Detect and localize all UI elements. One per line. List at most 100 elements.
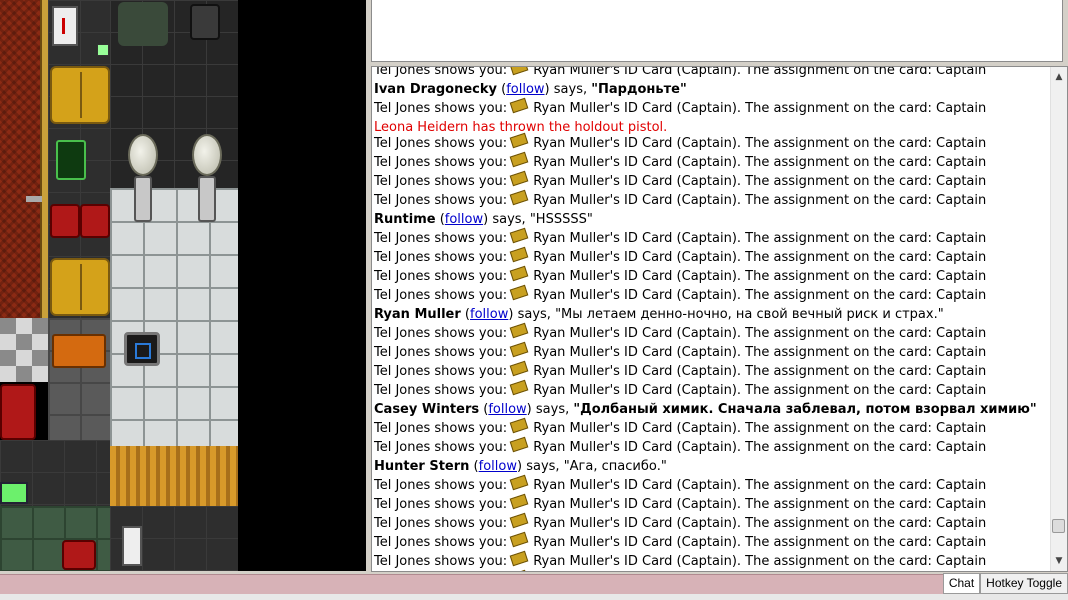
chat-line-card: Tel Jones shows you: Ryan Muller's ID Car… [374, 379, 1054, 400]
chat-actor: Tel Jones shows you: [374, 193, 508, 208]
mirror-icon[interactable] [192, 134, 222, 176]
crate-icon[interactable] [52, 334, 106, 368]
chat-line-card: Tel Jones shows you: Ryan Muller's ID Car… [374, 151, 1054, 172]
teleporter-pad-icon[interactable] [124, 332, 160, 366]
chat-actor: Tel Jones shows you: [374, 269, 508, 284]
tab-chat[interactable]: Chat [942, 573, 981, 594]
id-card-icon [509, 265, 529, 282]
chat-item: Ryan Muller's ID Card (Captain). The ass… [533, 174, 987, 189]
chat-item: Ryan Muller's ID Card (Captain). The ass… [533, 326, 987, 341]
sink-icon[interactable] [134, 176, 152, 222]
speaker-name: Casey Winters [374, 402, 480, 417]
chat-item: Ryan Muller's ID Card (Captain). The ass… [533, 478, 987, 493]
fire-alarm-icon[interactable] [50, 204, 80, 238]
airlock-door[interactable] [50, 66, 110, 124]
game-viewport[interactable] [0, 0, 366, 571]
chat-line-say: Casey Winters (follow) says, "Долбаный х… [374, 402, 1037, 417]
chat-actor: Tel Jones shows you: [374, 136, 508, 151]
id-card-icon [509, 227, 529, 244]
chat-actor: Tel Jones shows you: [374, 440, 508, 455]
chat-line-say: Hunter Stern (follow) says, "Ага, спасиб… [374, 459, 667, 474]
id-card-icon [509, 436, 529, 453]
chat-line-card: Tel Jones shows you: Ryan Muller's ID Car… [374, 170, 1054, 191]
id-card-icon [509, 67, 529, 76]
chat-item: Ryan Muller's ID Card (Captain). The ass… [533, 497, 987, 512]
chat-output[interactable]: Tel Jones shows you: Ryan Muller's ID Car… [371, 66, 1068, 572]
chat-item: Ryan Muller's ID Card (Captain). The ass… [533, 288, 987, 303]
id-card-icon [509, 493, 529, 510]
id-card-icon [509, 322, 529, 339]
mirror-icon[interactable] [128, 134, 158, 176]
id-card-icon [509, 151, 529, 168]
vending-icon[interactable] [190, 4, 220, 40]
speaker-name: Ryan Muller [374, 307, 461, 322]
follow-link[interactable]: follow [506, 82, 544, 97]
chat-actor: Tel Jones shows you: [374, 516, 508, 531]
chat-item: Ryan Muller's ID Card (Captain). The ass… [533, 66, 987, 78]
chat-line-card: Tel Jones shows you: Ryan Muller's ID Car… [374, 436, 1054, 457]
scroll-down-icon[interactable]: ▼ [1051, 553, 1067, 569]
id-card-icon [509, 531, 529, 548]
sink-icon[interactable] [198, 176, 216, 222]
chat-item: Ryan Muller's ID Card (Captain). The ass… [533, 231, 987, 246]
follow-link[interactable]: follow [488, 402, 526, 417]
chat-line-card: Tel Jones shows you: Ryan Muller's ID Car… [374, 550, 1054, 571]
light-switch-icon[interactable] [97, 44, 109, 56]
speaker-name: Runtime [374, 212, 436, 227]
chat-line-card: Tel Jones shows you: Ryan Muller's ID Car… [374, 474, 1054, 495]
chat-actor: Tel Jones shows you: [374, 155, 508, 170]
chat-item: Ryan Muller's ID Card (Captain). The ass… [533, 554, 987, 569]
chat-item: Ryan Muller's ID Card (Captain). The ass… [533, 155, 987, 170]
chat-line-card: Tel Jones shows you: Ryan Muller's ID Car… [374, 66, 1054, 80]
id-card-icon [509, 550, 529, 567]
monitor-icon[interactable] [0, 482, 28, 504]
scroll-up-icon[interactable]: ▲ [1051, 69, 1067, 85]
chat-actor: Tel Jones shows you: [374, 383, 508, 398]
checker-floor [0, 318, 48, 382]
say-quote: "Долбаный химик. Сначала заблевал, потом… [573, 402, 1037, 417]
follow-link[interactable]: follow [479, 459, 517, 474]
chat-line-card: Tel Jones shows you: Ryan Muller's ID Car… [374, 97, 1054, 118]
input-bar[interactable] [0, 574, 948, 594]
id-card-icon [509, 569, 529, 571]
bathroom-floor [110, 188, 238, 446]
say-quote: "Пардоньте" [591, 82, 687, 97]
console-icon[interactable] [0, 384, 36, 440]
follow-link[interactable]: follow [445, 212, 483, 227]
terminal-icon[interactable] [56, 140, 86, 180]
chat-actor: Tel Jones shows you: [374, 364, 508, 379]
plant-icon[interactable] [118, 2, 168, 46]
speaker-name: Hunter Stern [374, 459, 470, 474]
speaker-name: Ivan Dragonecky [374, 82, 497, 97]
say-verb: says, [553, 82, 588, 97]
chat-item: Ryan Muller's ID Card (Captain). The ass… [533, 193, 987, 208]
airlock-door[interactable] [50, 258, 110, 316]
id-card-icon [509, 246, 529, 263]
info-panel[interactable] [371, 0, 1063, 62]
follow-link[interactable]: follow [470, 307, 508, 322]
say-verb: says, [492, 212, 526, 227]
hotkey-toggle-button[interactable]: Hotkey Toggle [980, 573, 1068, 594]
chat-actor: Tel Jones shows you: [374, 288, 508, 303]
unexplored-space [238, 0, 366, 571]
wall-sign-icon[interactable] [52, 6, 78, 46]
shower-curtain[interactable] [110, 446, 238, 506]
chat-scrollbar[interactable]: ▲ ▼ [1050, 67, 1067, 571]
id-card-icon [509, 474, 529, 491]
fire-alarm-icon[interactable] [62, 540, 96, 570]
id-card-icon [509, 170, 529, 187]
fire-alarm-icon[interactable] [80, 204, 110, 238]
wall-sign-icon[interactable] [122, 526, 142, 566]
chat-line-card: Tel Jones shows you: Ryan Muller's ID Car… [374, 227, 1054, 248]
chat-item: Ryan Muller's ID Card (Captain). The ass… [533, 440, 987, 455]
chat-actor: Tel Jones shows you: [374, 66, 508, 78]
id-card-icon [509, 284, 529, 301]
id-card-icon [509, 189, 529, 206]
chat-line-card: Tel Jones shows you: Ryan Muller's ID Car… [374, 531, 1054, 552]
scroll-thumb[interactable] [1052, 519, 1065, 533]
chat-actor: Tel Jones shows you: [374, 101, 508, 116]
pipe-icon [26, 196, 42, 202]
id-card-icon [509, 97, 529, 114]
chat-line-say: Ryan Muller (follow) says, "Мы летаем де… [374, 307, 944, 322]
chat-line-say: Ivan Dragonecky (follow) says, "Пардоньт… [374, 82, 687, 97]
